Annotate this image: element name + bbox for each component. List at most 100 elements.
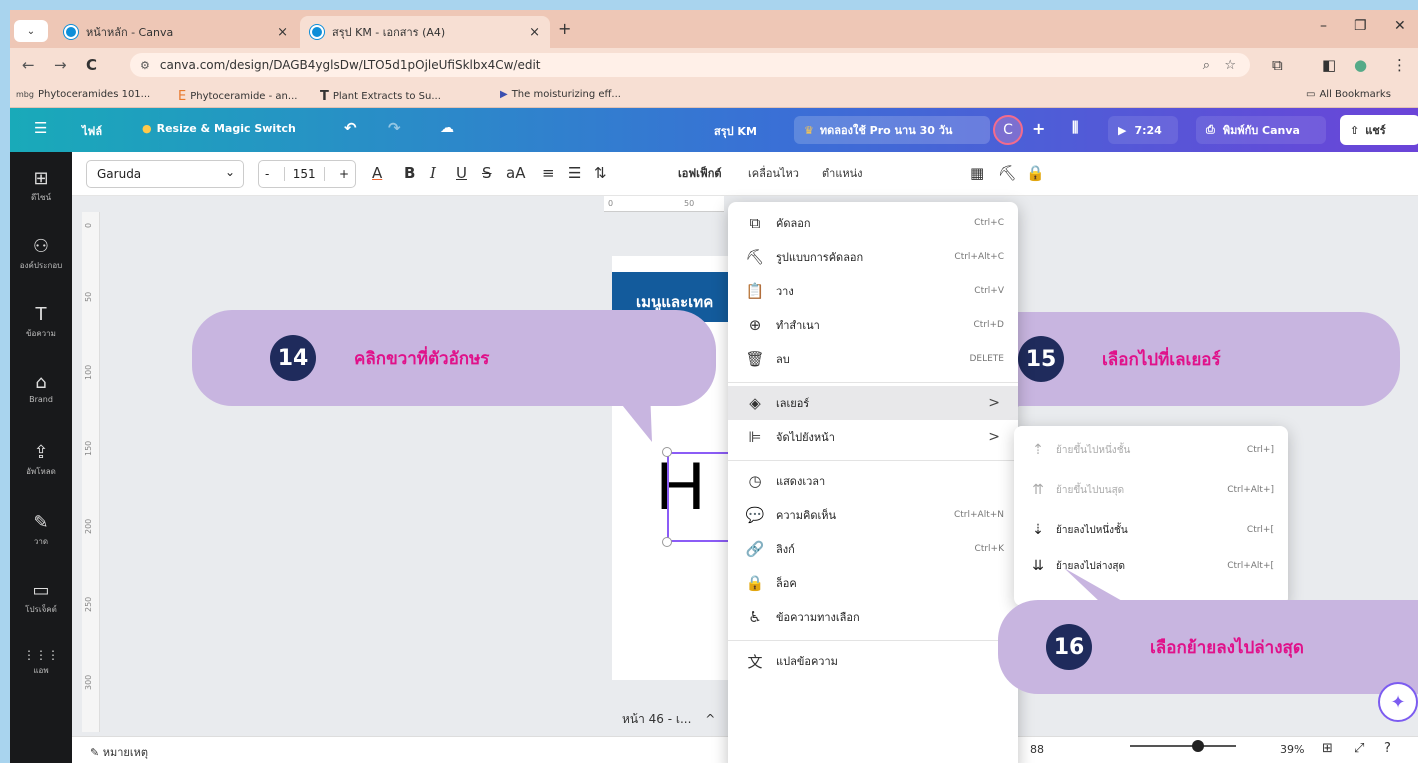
page-indicator[interactable]: หน้า 46 - เ... ^ <box>622 710 715 729</box>
sidebar-item-brand[interactable]: ⌂ Brand <box>10 372 72 404</box>
all-bookmarks-button[interactable]: ▭ All Bookmarks <box>1306 89 1391 100</box>
sidebar-item-draw[interactable]: ✎ วาด <box>10 512 72 548</box>
position-button[interactable]: ตำแหน่ง <box>822 164 863 182</box>
share-button[interactable]: ⇧ แชร์ <box>1340 115 1418 145</box>
document-title[interactable]: สรุป KM <box>714 122 757 140</box>
menu-item-copy[interactable]: ⧉ คัดลอก Ctrl+C <box>728 206 1018 240</box>
chevron-up-icon[interactable]: ^ <box>705 712 715 726</box>
add-collaborator-button[interactable]: + <box>1032 119 1045 138</box>
submenu-item-backward[interactable]: ⇣ ย้ายลงไปหนึ่งชั้น Ctrl+[ <box>1014 514 1288 546</box>
back-button[interactable]: ← <box>22 56 35 74</box>
forward-button[interactable]: → <box>54 56 67 74</box>
sidebar-item-elements[interactable]: ⚇ องค์ประกอบ <box>10 236 72 272</box>
menu-item-lock[interactable]: 🔒 ล็อค <box>728 566 1018 600</box>
avatar[interactable]: C <box>993 115 1023 145</box>
bookmark-item[interactable]: ▶ The moisturizing eff... <box>500 89 621 100</box>
menu-item-alt-text[interactable]: ♿ ข้อความทางเลือก <box>728 600 1018 634</box>
menu-item-link[interactable]: 🔗 ลิงก์ Ctrl+K <box>728 532 1018 566</box>
underline-icon[interactable]: U <box>456 164 467 182</box>
redo-icon[interactable]: ↷ <box>388 119 401 137</box>
align-icon[interactable]: ≡ <box>542 164 555 182</box>
zoom-value[interactable]: 39% <box>1280 743 1304 756</box>
font-size-stepper[interactable]: - 151 + <box>258 160 356 188</box>
decrease-size-button[interactable]: - <box>265 167 269 181</box>
maximize-button[interactable]: ❐ <box>1354 18 1367 34</box>
case-icon[interactable]: aA <box>506 164 525 182</box>
file-menu-button[interactable]: ไฟล์ <box>82 122 102 140</box>
grid-view-icon[interactable]: ⊞ <box>1322 741 1333 756</box>
cloud-save-icon[interactable]: ☁ <box>440 120 454 136</box>
notes-button[interactable]: ✎ หมายเหตุ <box>90 743 148 761</box>
tab-close-icon[interactable]: × <box>277 25 288 40</box>
font-size-value[interactable]: 151 <box>283 167 325 181</box>
text-color-icon[interactable]: A <box>372 164 382 182</box>
sidebar-item-uploads[interactable]: ⇪ อัพโหลด <box>10 442 72 478</box>
italic-icon[interactable]: I <box>430 164 436 182</box>
sidebar-item-projects[interactable]: ▭ โปรเจ็คต์ <box>10 580 72 616</box>
hamburger-menu-icon[interactable]: ☰ <box>34 119 47 137</box>
fullscreen-icon[interactable]: ⤢ <box>1354 741 1364 756</box>
profile-icon[interactable]: ● <box>1354 56 1367 74</box>
list-icon[interactable]: ☰ <box>568 164 581 182</box>
resize-handle[interactable] <box>662 537 672 547</box>
help-icon[interactable]: ? <box>1384 741 1391 756</box>
url-field[interactable]: ⚙ canva.com/design/DAGB4yglsDw/LTO5d1pOj… <box>130 53 1250 77</box>
sidebar-item-label: Brand <box>29 395 53 404</box>
sidepanel-icon[interactable]: ◧ <box>1322 56 1336 74</box>
transparency-icon[interactable]: ▦ <box>970 164 984 182</box>
menu-item-paste[interactable]: 📋 วาง Ctrl+V <box>728 274 1018 308</box>
selection-box[interactable] <box>667 452 737 542</box>
menu-item-comment[interactable]: 💬 ความคิดเห็น Ctrl+Alt+N <box>728 498 1018 532</box>
zoom-icon[interactable]: ⌕ <box>1203 58 1210 73</box>
menu-item-layer[interactable]: ◈ เลเยอร์ > <box>728 386 1018 420</box>
sidebar-item-text[interactable]: T ข้อความ <box>10 304 72 340</box>
site-info-icon[interactable]: ⚙ <box>140 59 150 72</box>
resize-button[interactable]: ● Resize & Magic Switch <box>142 122 296 135</box>
pro-trial-button[interactable]: ♛ ทดลองใช้ Pro นาน 30 วัน <box>794 116 990 144</box>
zoom-slider-knob[interactable] <box>1192 740 1204 752</box>
magic-assistant-button[interactable]: ✦ <box>1378 682 1418 722</box>
menu-item-show-timing[interactable]: ◷ แสดงเวลา <box>728 464 1018 498</box>
menu-item-delete[interactable]: 🗑 ลบ DELETE <box>728 342 1018 376</box>
tab-home[interactable]: หน้าหลัก - Canva × <box>54 16 298 48</box>
sidebar-item-apps[interactable]: ⋮⋮⋮ แอพ <box>10 648 72 677</box>
print-with-canva-button[interactable]: ⎙ พิมพ์กับ Canva <box>1196 116 1326 144</box>
bookmark-star-icon[interactable]: ☆ <box>1224 58 1236 73</box>
ruler-tick: 50 <box>84 291 93 302</box>
undo-icon[interactable]: ↶ <box>344 119 357 137</box>
present-button[interactable]: ▶ 7:24 <box>1108 116 1178 144</box>
animate-button[interactable]: เคลื่อนไหว <box>748 164 799 182</box>
extensions-icon[interactable]: ⧉ <box>1272 56 1283 74</box>
increase-size-button[interactable]: + <box>339 167 349 181</box>
minimize-button[interactable]: – <box>1320 18 1327 34</box>
submenu-item-to-front[interactable]: ⇈ ย้ายขึ้นไปบนสุด Ctrl+Alt+] <box>1014 474 1288 506</box>
bold-icon[interactable]: B <box>404 164 415 182</box>
new-tab-button[interactable]: + <box>558 19 571 38</box>
effects-button[interactable]: เอฟเฟ็กต์ <box>678 164 722 182</box>
reload-button[interactable]: C <box>86 56 97 74</box>
menu-item-copy-style[interactable]: ⛏ รูปแบบการคัดลอก Ctrl+Alt+C <box>728 240 1018 274</box>
paint-format-icon[interactable]: ⛏ <box>998 164 1017 182</box>
submenu-item-forward[interactable]: ⇡ ย้ายขึ้นไปหนึ่งชั้น Ctrl+] <box>1014 434 1288 466</box>
lock-icon[interactable]: 🔒 <box>1026 164 1045 182</box>
tab-design[interactable]: สรุป KM - เอกสาร (A4) × <box>300 16 550 48</box>
browser-menu-icon[interactable]: ⋮ <box>1392 56 1407 74</box>
analytics-icon[interactable]: ⫼ <box>1072 120 1078 136</box>
bookmark-item[interactable]: T Plant Extracts to Su... <box>320 89 441 104</box>
bookmark-item[interactable]: mbg Phytoceramides 101... <box>16 89 150 100</box>
font-dropdown[interactable]: Garuda ⌄ <box>86 160 244 188</box>
menu-item-duplicate[interactable]: ⊕ ทำสำเนา Ctrl+D <box>728 308 1018 342</box>
spacing-icon[interactable]: ⇅ <box>594 164 607 182</box>
bookmark-item[interactable]: E Phytoceramide - an... <box>178 89 297 104</box>
sidebar-item-design[interactable]: ⊞ ดีไซน์ <box>10 168 72 204</box>
submenu-item-to-back[interactable]: ⇊ ย้ายลงไปล่างสุด Ctrl+Alt+[ <box>1014 550 1288 582</box>
context-menu: ⧉ คัดลอก Ctrl+C ⛏ รูปแบบการคัดลอก Ctrl+Alt+C… <box>728 202 1018 763</box>
layer-submenu: ⇡ ย้ายขึ้นไปหนึ่งชั้น Ctrl+] ⇈ ย้ายขึ้นไปบน… <box>1014 426 1288 606</box>
strikethrough-icon[interactable]: S <box>482 164 492 182</box>
menu-item-align-to-page[interactable]: ⊫ จัดไปยังหน้า > <box>728 420 1018 454</box>
close-window-button[interactable]: ✕ <box>1394 18 1406 34</box>
tab-search-button[interactable]: ⌄ <box>14 20 48 42</box>
tab-close-icon[interactable]: × <box>529 25 540 40</box>
zoom-slider[interactable] <box>1130 745 1236 747</box>
menu-item-translate[interactable]: 文 แปลข้อความ <box>728 644 1018 678</box>
